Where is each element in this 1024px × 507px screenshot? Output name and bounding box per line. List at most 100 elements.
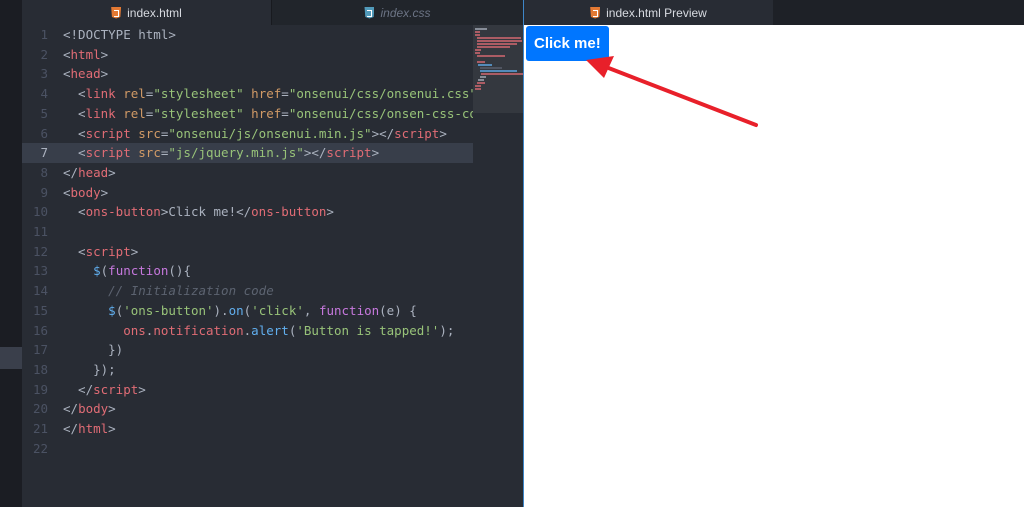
- code-token: "onsenui/css/onsenui.css": [288, 86, 477, 102]
- minimap-line: [475, 28, 487, 30]
- code-token: </: [63, 164, 79, 180]
- minimap-line: [481, 73, 523, 75]
- code-token: >: [138, 381, 146, 397]
- code-line[interactable]: 21 </html>: [22, 419, 473, 439]
- code-token: <: [63, 46, 71, 62]
- code-line[interactable]: 9 <body>: [22, 183, 473, 203]
- minimap-line: [475, 52, 480, 54]
- code-token: ,: [303, 302, 319, 318]
- code-token: "onsenui/css/onsen-css-comp: [288, 105, 493, 121]
- code-token: <: [63, 184, 71, 200]
- code-token: <: [63, 145, 86, 161]
- html5-icon: [590, 6, 601, 19]
- code-line[interactable]: 22: [22, 439, 473, 459]
- code-token: <: [63, 86, 86, 102]
- tab-preview[interactable]: index.html Preview: [524, 0, 773, 25]
- code-token: script: [93, 381, 139, 397]
- line-number: 20: [32, 401, 48, 417]
- minimap-line: [476, 82, 486, 84]
- code-line[interactable]: 19 </script>: [22, 380, 473, 400]
- minimap[interactable]: [473, 25, 523, 507]
- code-token: rel: [123, 86, 146, 102]
- minimap-line: [475, 49, 481, 51]
- line-number: 6: [40, 125, 48, 141]
- code-line[interactable]: 15 $('ons-button').on('click', function(…: [22, 301, 473, 321]
- minimap-line: [475, 34, 480, 36]
- css3-icon: [364, 6, 375, 19]
- code-token: <: [63, 204, 86, 220]
- code-line[interactable]: 7 <script src="js/jquery.min.js"></scrip…: [22, 143, 473, 163]
- code-token: ons: [123, 322, 146, 338]
- code-token: href: [251, 86, 282, 102]
- code-token: html: [70, 46, 101, 62]
- code-token: ons-button: [251, 204, 327, 220]
- code-line[interactable]: 8 </head>: [22, 163, 473, 183]
- strip-marker: [0, 347, 22, 369]
- preview-tabbar: index.html Preview: [524, 0, 1024, 25]
- code-token: );: [439, 322, 455, 338]
- click-me-button[interactable]: Click me!: [526, 26, 609, 61]
- minimap-line: [476, 40, 523, 42]
- code-line[interactable]: 4 <link rel="stylesheet" href="onsenui/c…: [22, 84, 484, 104]
- code-line[interactable]: 10 <ons-button>Click me!</ons-button>: [22, 202, 473, 222]
- code-token: src: [138, 125, 161, 141]
- code-area[interactable]: 1 <!DOCTYPE html> 2 <html> 3 <head> 4 <link re…: [22, 25, 523, 507]
- code-token: body: [70, 184, 101, 200]
- code-token: >: [108, 421, 116, 436]
- code-line[interactable]: 14 // Initialization code: [22, 281, 473, 301]
- minimap-line: [475, 88, 481, 90]
- code-line[interactable]: 11: [22, 222, 473, 242]
- code-token: >: [100, 46, 109, 62]
- line-number: 1: [40, 27, 48, 42]
- line-number: 14: [32, 283, 48, 299]
- code-line[interactable]: 12 <script>: [22, 242, 473, 262]
- minimap-line: [478, 79, 484, 81]
- code-token: });: [63, 361, 116, 377]
- minimap-line: [479, 70, 518, 72]
- tab-index-css[interactable]: index.css: [271, 0, 523, 25]
- code-token: 'Button is tapped!': [296, 322, 440, 338]
- tab-label: index.html: [127, 5, 182, 20]
- code-line[interactable]: 5 <link rel="stylesheet" href="onsenui/c…: [22, 104, 492, 124]
- tab-index-html[interactable]: index.html: [22, 0, 271, 25]
- editor-tabbar: index.html index.css: [22, 0, 523, 25]
- code-token: body: [78, 401, 109, 417]
- minimap-line: [476, 61, 485, 63]
- line-number: 17: [32, 342, 48, 358]
- code-line[interactable]: 3 <head>: [22, 64, 473, 84]
- code-line[interactable]: 1 <!DOCTYPE html>: [22, 25, 473, 45]
- code-line[interactable]: 18 });: [22, 360, 473, 380]
- code-token: $: [93, 263, 101, 279]
- code-token: >: [108, 401, 116, 417]
- line-number: 9: [40, 184, 48, 200]
- code-token: 'click': [251, 302, 304, 318]
- code-line[interactable]: 17 }): [22, 340, 473, 360]
- code-line[interactable]: 20 </body>: [22, 399, 473, 419]
- code-token: script: [85, 145, 131, 161]
- line-number: 10: [32, 204, 48, 220]
- code-token: >: [326, 204, 334, 220]
- code-line[interactable]: 13 $(function(){: [22, 261, 473, 281]
- minimap-line: [476, 55, 506, 57]
- code-token: ></: [371, 125, 395, 141]
- code-line[interactable]: 6 <script src="onsenui/js/onsenui.min.js…: [22, 124, 473, 144]
- code-line[interactable]: 2 <html>: [22, 45, 473, 65]
- minimap-line: [475, 31, 480, 33]
- minimap-line: [478, 64, 492, 66]
- code-token: head: [78, 164, 109, 180]
- html5-icon: [111, 6, 122, 19]
- code-token: ons-button: [85, 204, 161, 220]
- line-number: 13: [32, 263, 48, 279]
- code-token: =: [281, 105, 289, 121]
- code-token: =: [281, 86, 289, 102]
- code-token: href: [251, 105, 282, 121]
- code-token: html: [78, 421, 109, 436]
- line-number: 15: [32, 302, 48, 318]
- code-token: "js/jquery.min.js": [168, 145, 304, 161]
- code-token: <: [63, 66, 71, 82]
- code-token: >Click me!</: [160, 204, 252, 220]
- code-line[interactable]: 16 ons.notification.alert('Button is tap…: [22, 321, 473, 341]
